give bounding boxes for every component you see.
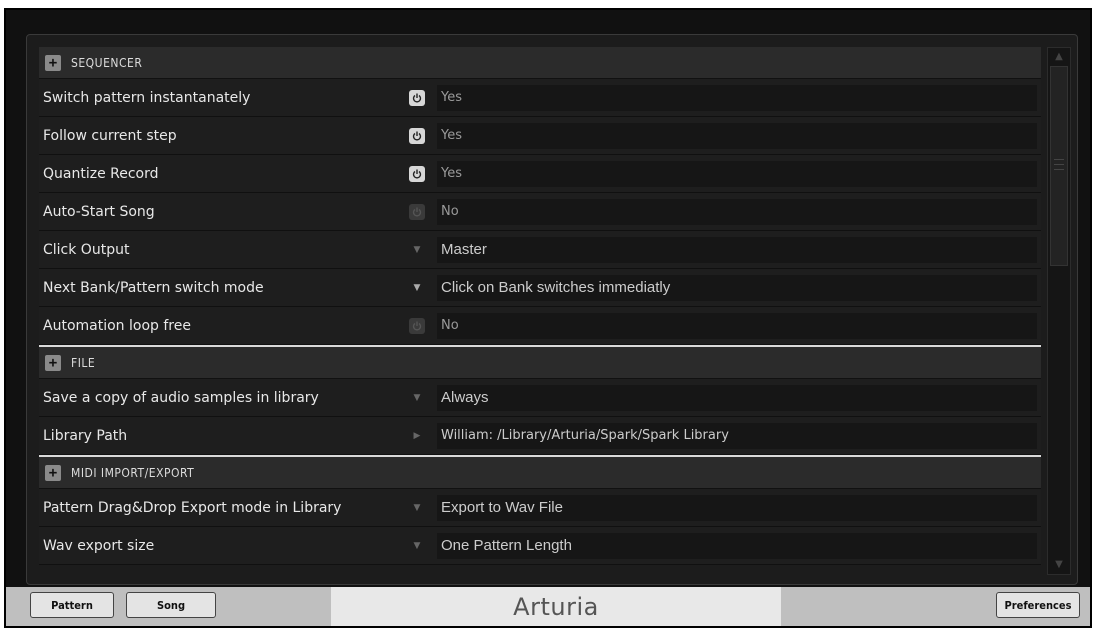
setting-row: Follow current step Yes [39, 117, 1041, 155]
triangle-down-icon[interactable]: ▼ [414, 283, 421, 293]
song-button[interactable]: Song [126, 592, 216, 618]
setting-row: Library Path ▶ William: /Library/Arturia… [39, 417, 1041, 455]
section-header-file[interactable]: + FILE [39, 347, 1041, 379]
setting-row: Auto-Start Song No [39, 193, 1041, 231]
setting-row: Quantize Record Yes [39, 155, 1041, 193]
triangle-down-icon[interactable]: ▼ [414, 541, 421, 551]
preferences-panel: + SEQUENCER Switch pattern instantanatel… [26, 34, 1078, 585]
scrollbar-thumb[interactable] [1050, 66, 1068, 266]
setting-label: Save a copy of audio samples in library [43, 389, 319, 406]
setting-value[interactable]: Always [437, 384, 1037, 411]
setting-label: Auto-Start Song [43, 203, 155, 220]
setting-label: Pattern Drag&Drop Export mode in Library [43, 499, 342, 516]
preferences-button[interactable]: Preferences [996, 592, 1080, 618]
arturia-logo: Arturia [513, 592, 599, 621]
setting-label: Switch pattern instantanately [43, 89, 251, 106]
setting-value[interactable]: No [437, 312, 1037, 339]
section-title: MIDI IMPORT/EXPORT [71, 465, 195, 480]
plus-icon[interactable]: + [45, 464, 61, 481]
setting-row: Pattern Drag&Drop Export mode in Library… [39, 489, 1041, 527]
setting-label: Library Path [43, 427, 128, 444]
logo-tab: Arturia [331, 587, 781, 626]
setting-value[interactable]: No [437, 198, 1037, 225]
setting-value[interactable]: Yes [437, 122, 1037, 149]
bottom-bar: Pattern Song Arturia Preferences [6, 587, 1090, 626]
app-window: + SEQUENCER Switch pattern instantanatel… [4, 8, 1092, 628]
pattern-button[interactable]: Pattern [30, 592, 114, 618]
setting-label: Wav export size [43, 537, 155, 554]
power-icon[interactable] [409, 165, 425, 182]
section-title: FILE [71, 355, 96, 370]
triangle-down-icon[interactable]: ▼ [414, 503, 421, 513]
setting-value[interactable]: Click on Bank switches immediatly [437, 274, 1037, 301]
setting-value[interactable]: One Pattern Length [437, 532, 1037, 559]
scroll-up-icon[interactable]: ▲ [1048, 50, 1070, 64]
section-title: SEQUENCER [71, 55, 143, 70]
power-icon[interactable] [409, 317, 425, 334]
setting-value[interactable]: Yes [437, 84, 1037, 111]
setting-value[interactable]: William: /Library/Arturia/Spark/Spark Li… [437, 422, 1037, 449]
vertical-scrollbar[interactable]: ▲ ▼ [1047, 47, 1071, 575]
setting-label: Automation loop free [43, 317, 191, 334]
setting-row: Wav export size ▼ One Pattern Length [39, 527, 1041, 565]
setting-value[interactable]: Yes [437, 160, 1037, 187]
setting-label: Follow current step [43, 127, 177, 144]
plus-icon[interactable]: + [45, 54, 61, 71]
triangle-down-icon[interactable]: ▼ [414, 393, 421, 403]
setting-value[interactable]: Export to Wav File [437, 494, 1037, 521]
setting-value[interactable]: Master [437, 236, 1037, 263]
setting-label: Next Bank/Pattern switch mode [43, 279, 264, 296]
setting-label: Quantize Record [43, 165, 159, 182]
power-icon[interactable] [409, 127, 425, 144]
section-header-midi[interactable]: + MIDI IMPORT/EXPORT [39, 457, 1041, 489]
setting-row: Automation loop free No [39, 307, 1041, 345]
triangle-right-icon[interactable]: ▶ [414, 431, 421, 441]
power-icon[interactable] [409, 89, 425, 106]
power-icon[interactable] [409, 203, 425, 220]
setting-row: Click Output ▼ Master [39, 231, 1041, 269]
settings-list: + SEQUENCER Switch pattern instantanatel… [39, 47, 1041, 565]
triangle-down-icon[interactable]: ▼ [414, 245, 421, 255]
setting-row: Save a copy of audio samples in library … [39, 379, 1041, 417]
scroll-down-icon[interactable]: ▼ [1048, 558, 1070, 572]
plus-icon[interactable]: + [45, 354, 61, 371]
setting-row: Next Bank/Pattern switch mode ▼ Click on… [39, 269, 1041, 307]
setting-label: Click Output [43, 241, 130, 258]
section-header-sequencer[interactable]: + SEQUENCER [39, 47, 1041, 79]
setting-row: Switch pattern instantanately Yes [39, 79, 1041, 117]
